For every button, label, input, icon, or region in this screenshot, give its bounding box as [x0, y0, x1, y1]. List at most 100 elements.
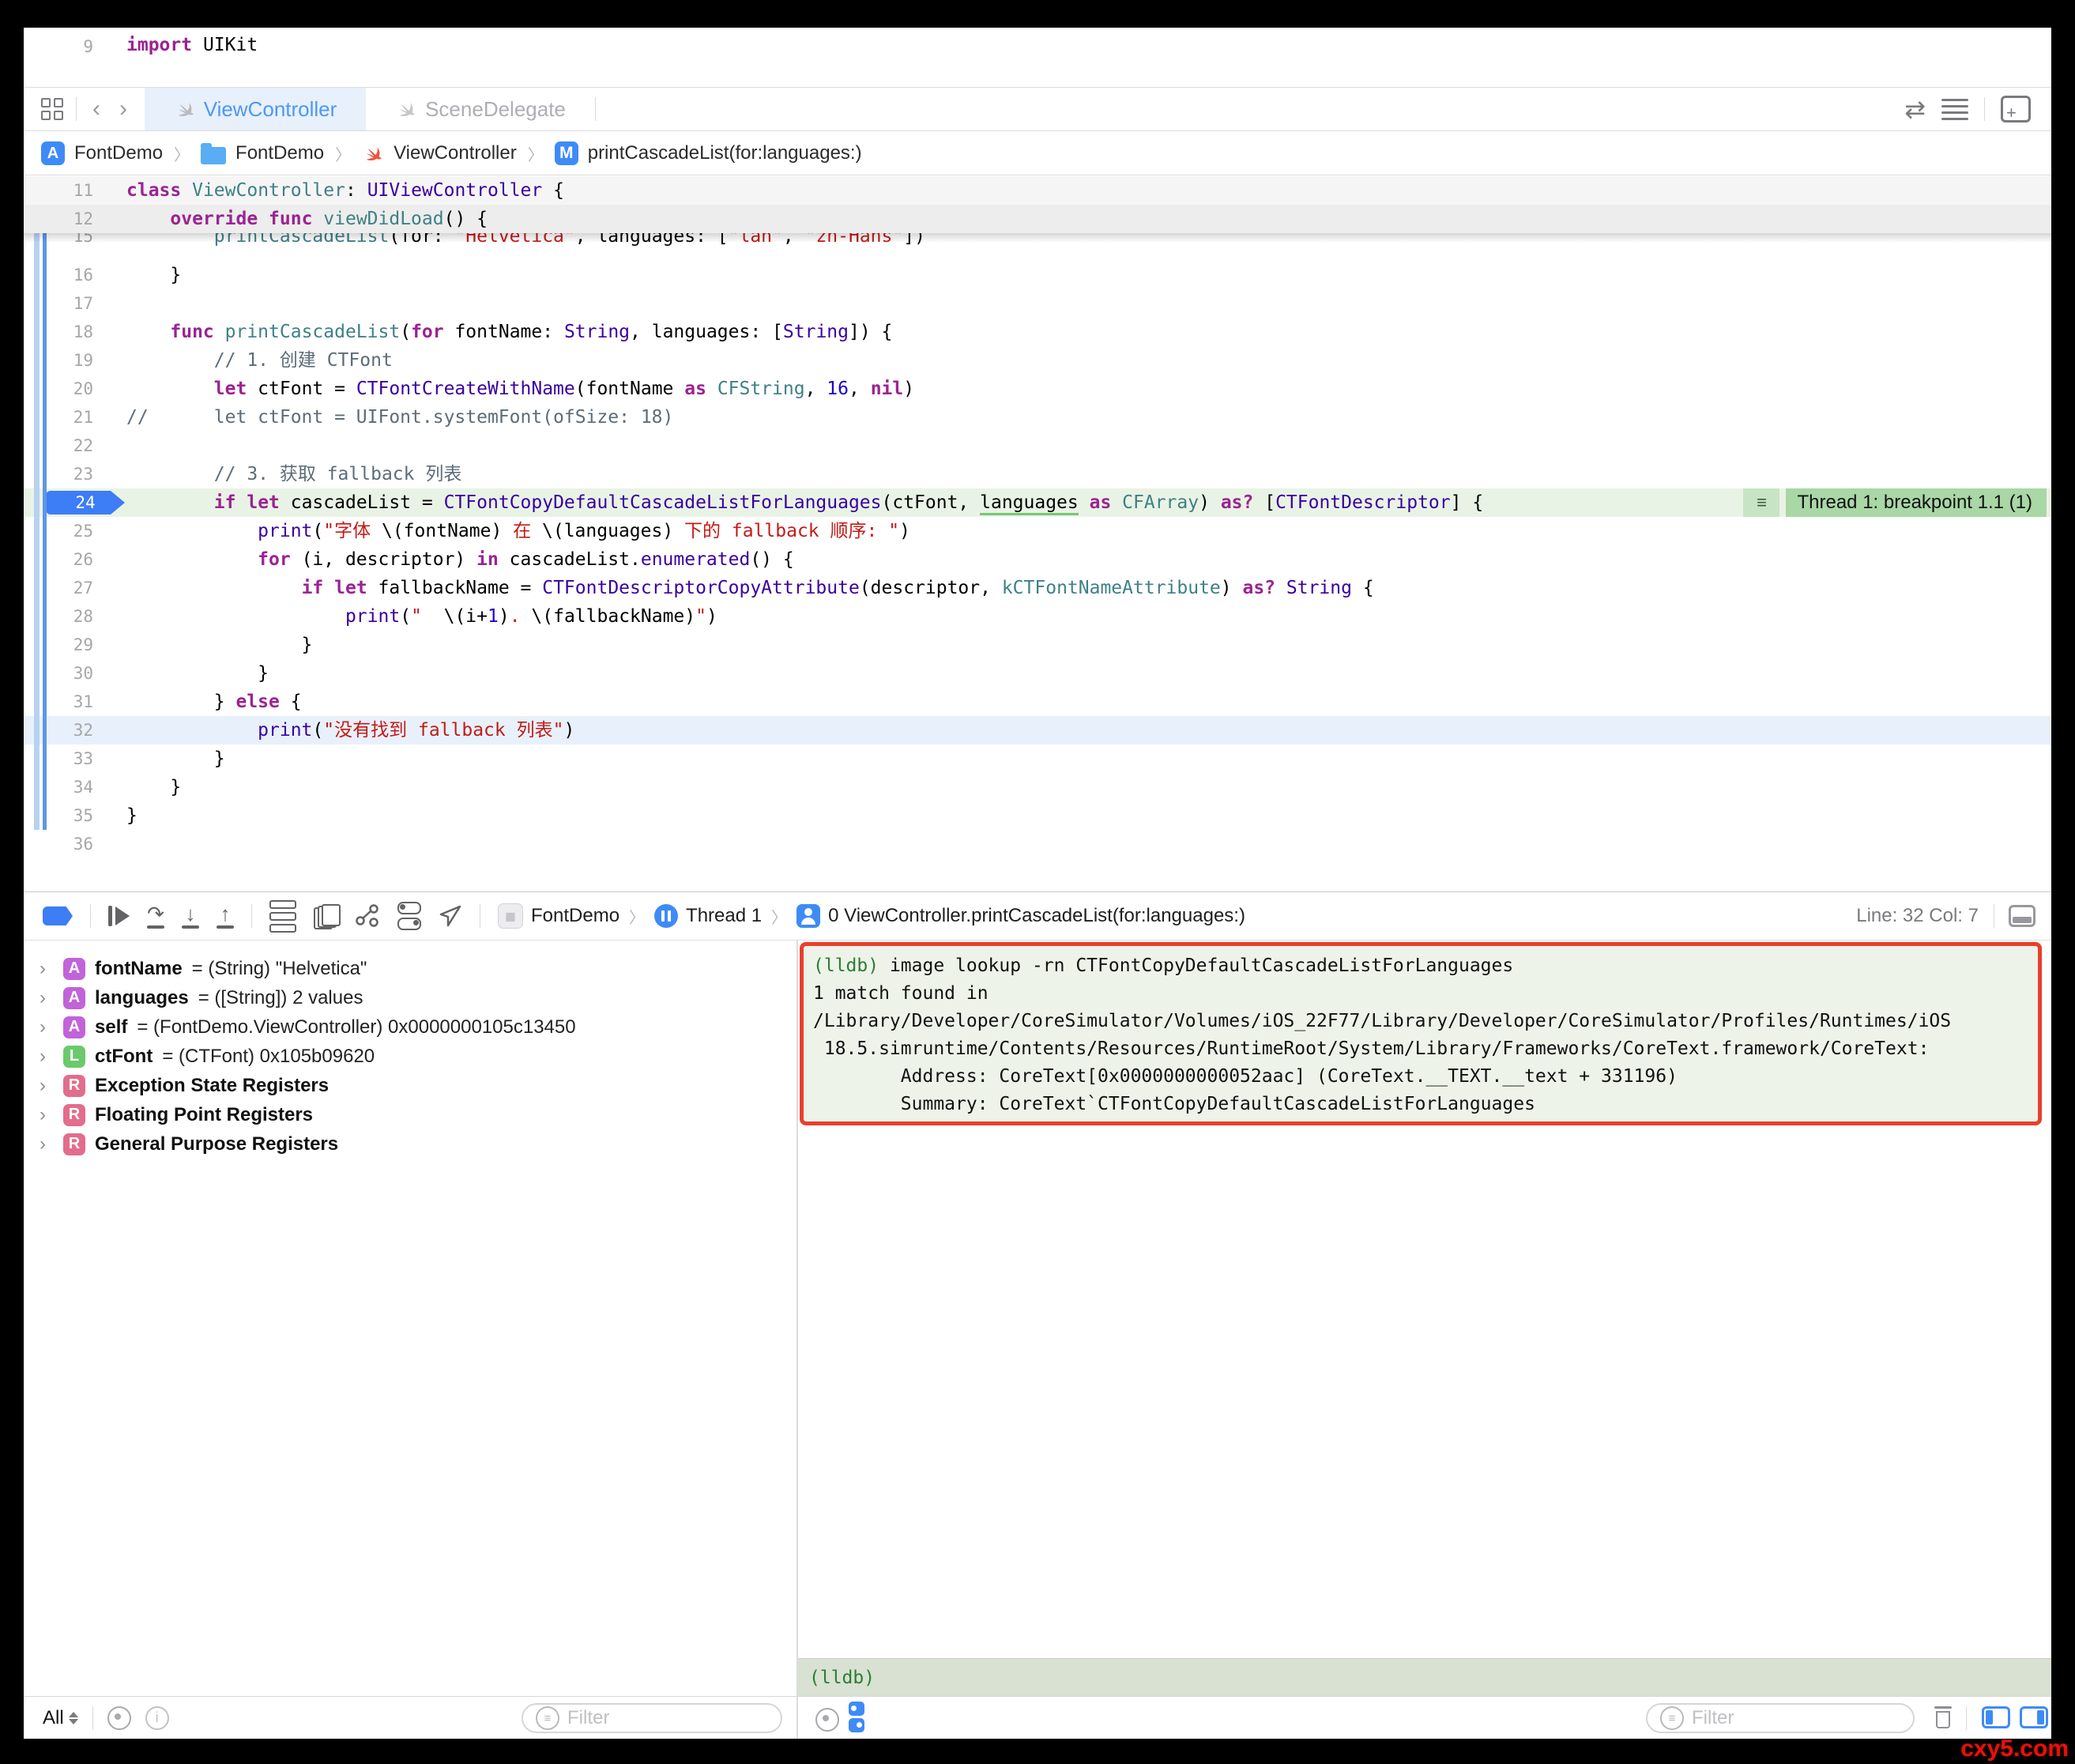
variable-name: ctFont	[95, 1046, 153, 1068]
variable-kind-badge: R	[63, 1133, 85, 1155]
code-line[interactable]: 25 print("字体 \(fontName) 在 \(languages) …	[24, 517, 2051, 545]
breadcrumb-project[interactable]: FontDemo	[74, 142, 163, 164]
dock-left-icon[interactable]	[1982, 1706, 2010, 1728]
memory-graph-icon[interactable]	[314, 904, 337, 928]
disclosure-chevron-icon[interactable]: ›	[40, 1075, 54, 1097]
variable-row[interactable]: ›AfontName= (String) "Helvetica"	[24, 954, 796, 983]
step-over-icon[interactable]: ↷	[147, 904, 164, 929]
code-line[interactable]: 34 }	[24, 773, 2051, 801]
disclosure-chevron-icon[interactable]: ›	[40, 1133, 54, 1155]
project-icon[interactable]: A	[41, 141, 65, 165]
tab-viewcontroller[interactable]: ViewController	[145, 88, 366, 130]
dock-right-icon[interactable]	[2020, 1706, 2048, 1728]
editor-tab-bar: ‹ › ViewController SceneDelegate ⇄	[24, 87, 2051, 131]
variable-row[interactable]: ›RFloating Point Registers	[24, 1100, 796, 1129]
code-text: }	[126, 773, 181, 801]
debug-breadcrumb-thread[interactable]: Thread 1	[686, 905, 762, 927]
variables-scope-select[interactable]: All	[43, 1707, 78, 1729]
code-token: \(languages)	[542, 521, 673, 541]
code-line[interactable]: 11class ViewController: UIViewController…	[24, 176, 2051, 205]
code-line[interactable]: 19 // 1. 创建 CTFont	[24, 346, 2051, 375]
step-into-icon[interactable]: ↓	[182, 904, 199, 929]
disclosure-chevron-icon[interactable]: ›	[40, 1104, 54, 1126]
breadcrumb-file[interactable]: ViewController	[394, 142, 517, 164]
simulate-location-icon[interactable]	[439, 904, 462, 928]
code-token: \(i+	[444, 606, 488, 627]
lldb-prompt-row[interactable]: (lldb)	[798, 1658, 2051, 1697]
tab-scenedelegate[interactable]: SceneDelegate	[366, 88, 595, 130]
quicklook-eye-icon[interactable]	[107, 1706, 131, 1730]
back-icon[interactable]: ‹	[89, 97, 104, 121]
view-hierarchy-icon[interactable]	[269, 900, 296, 933]
continue-icon[interactable]	[108, 906, 130, 926]
code-line[interactable]: 20 let ctFont = CTFontCreateWithName(fon…	[24, 375, 2051, 403]
code-line[interactable]: 26 for (i, descriptor) in cascadeList.en…	[24, 545, 2051, 574]
code-token: cascadeList =	[280, 492, 444, 513]
disclosure-chevron-icon[interactable]: ›	[40, 1046, 54, 1068]
adjust-editor-icon[interactable]	[1941, 99, 1968, 120]
step-out-icon[interactable]: ↑	[217, 904, 234, 929]
code-line[interactable]: 23 // 3. 获取 fallback 列表	[24, 460, 2051, 488]
clear-console-trash-icon[interactable]	[1933, 1705, 1953, 1730]
code-token: func	[170, 322, 213, 342]
disclosure-chevron-icon[interactable]: ›	[40, 1016, 54, 1038]
line-number[interactable]: 12	[24, 205, 93, 233]
environment-overrides-icon[interactable]	[397, 902, 421, 930]
line-number[interactable]: 36	[24, 830, 93, 858]
code-line[interactable]: 12 override func viewDidLoad() {	[24, 205, 2051, 233]
code-line[interactable]: 29 }	[24, 631, 2051, 659]
debug-breadcrumb-frame[interactable]: 0 ViewController.printCascadeList(for:la…	[828, 905, 1245, 927]
disclosure-chevron-icon[interactable]: ›	[40, 958, 54, 980]
code-line[interactable]: 30 }	[24, 659, 2051, 688]
console-panel[interactable]: (lldb) image lookup -rn CTFontCopyDefaul…	[798, 940, 2051, 1696]
code-token: ,	[849, 379, 871, 399]
code-text: let ctFont = CTFontCreateWithName(fontNa…	[126, 375, 914, 403]
disclosure-chevron-icon[interactable]: ›	[40, 987, 54, 1009]
folder-icon[interactable]	[201, 147, 226, 164]
code-line[interactable]: 27 if let fallbackName = CTFontDescripto…	[24, 574, 2051, 602]
quicklook-eye-icon[interactable]	[815, 1708, 839, 1732]
variable-row[interactable]: ›RException State Registers	[24, 1071, 796, 1100]
variable-row[interactable]: ›LctFont= (CTFont) 0x105b09620	[24, 1042, 796, 1071]
code-line[interactable]: 35}	[24, 801, 2051, 830]
code-line[interactable]: 32 print("没有找到 fallback 列表")	[24, 716, 2051, 744]
console-output-toggle-icon[interactable]	[849, 1702, 864, 1732]
code-line[interactable]: 31 } else {	[24, 688, 2051, 716]
code-line[interactable]: 18 func printCascadeList(for fontName: S…	[24, 318, 2051, 346]
breadcrumb-method[interactable]: printCascadeList(for:languages:)	[588, 142, 862, 164]
console-filter-input[interactable]: ≡ Filter	[1646, 1703, 1915, 1733]
variable-row[interactable]: ›Aself= (FontDemo.ViewController) 0x0000…	[24, 1012, 796, 1042]
code-line[interactable]: 17	[24, 289, 2051, 318]
code-line[interactable]: 28 print(" \(i+1). \(fallbackName)")	[24, 602, 2051, 631]
code-token: class	[126, 180, 181, 201]
menu-icon[interactable]: ≡	[1743, 488, 1779, 517]
editor-grid-icon[interactable]	[41, 98, 63, 120]
code-line[interactable]: 21// let ctFont = UIFont.systemFont(ofSi…	[24, 403, 2051, 432]
code-text: }	[126, 631, 312, 659]
breadcrumb-group[interactable]: FontDemo	[235, 142, 324, 164]
swift-icon	[395, 98, 417, 120]
code-line[interactable]: 33 }	[24, 744, 2051, 773]
variable-row[interactable]: ›Alanguages= ([String]) 2 values	[24, 983, 796, 1012]
code-line[interactable]: 36	[24, 830, 2051, 858]
code-line[interactable]: 16 }	[24, 261, 2051, 289]
breakpoints-toggle-icon[interactable]	[43, 906, 73, 925]
line-number[interactable]: 11	[24, 176, 93, 205]
code-line[interactable]: 22	[24, 432, 2051, 460]
hide-debug-area-icon[interactable]	[2009, 905, 2035, 927]
breakpoint-annotation[interactable]: ≡ Thread 1: breakpoint 1.1 (1)	[1743, 488, 2047, 517]
source-editor[interactable]: 15 printCascadeList(for: "Helvetica", la…	[24, 176, 2051, 891]
variables-filter-input[interactable]: ≡ Filter	[522, 1703, 782, 1733]
breakpoint-indicator[interactable]: 24	[46, 491, 125, 514]
add-editor-icon[interactable]	[2001, 96, 2031, 122]
forward-icon[interactable]: ›	[116, 97, 130, 121]
info-icon[interactable]: i	[145, 1706, 169, 1730]
console-output-line: 18.5.simruntime/Contents/Resources/Runti…	[813, 1035, 2038, 1063]
code-review-icon[interactable]: ⇄	[1904, 94, 1926, 124]
variables-view[interactable]: ›AfontName= (String) "Helvetica"›Alangua…	[24, 940, 796, 1696]
chevron-right-icon: 〉	[172, 142, 191, 165]
variable-value: = ([String]) 2 values	[198, 987, 363, 1009]
variable-row[interactable]: ›RGeneral Purpose Registers	[24, 1129, 796, 1159]
debug-breadcrumb-app[interactable]: FontDemo	[531, 905, 619, 927]
link-nodes-icon[interactable]	[355, 903, 380, 929]
